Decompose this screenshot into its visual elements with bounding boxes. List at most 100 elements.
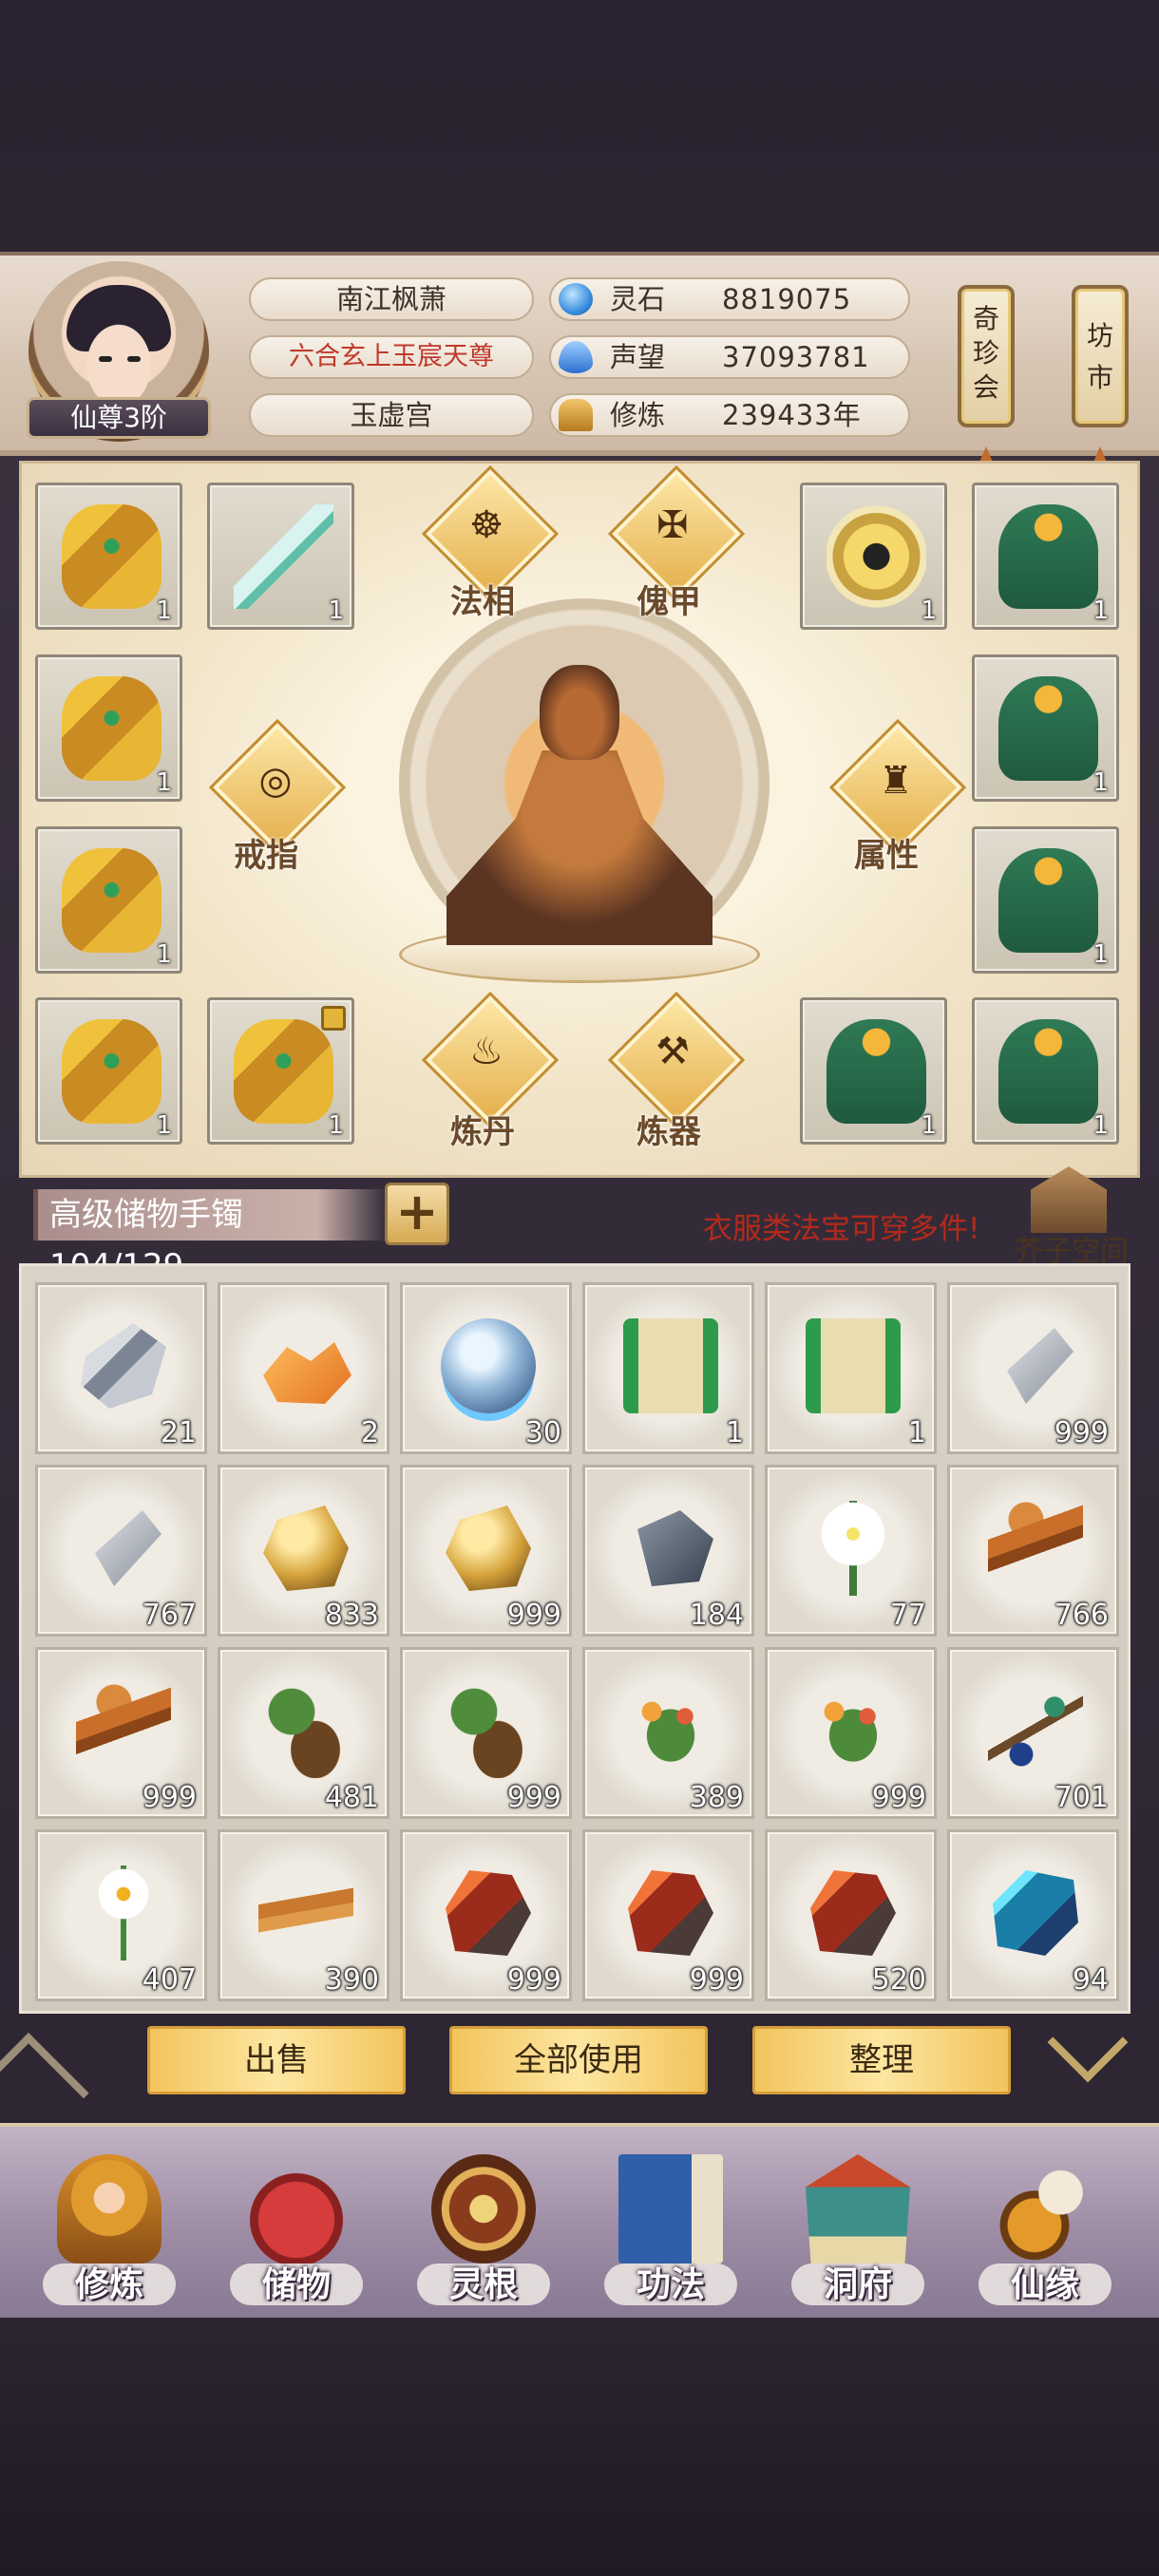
golden-armor-icon [62,504,162,609]
green-robe-icon [998,848,1098,953]
storage-item[interactable]: 766 [947,1465,1119,1637]
nav-technique[interactable]: 功法 [595,2145,747,2316]
sell-button[interactable]: 出售 [147,2026,406,2094]
golden-armor-icon [234,1019,333,1124]
red-crystal-icon [810,1870,896,1956]
storage-item[interactable]: 999 [35,1647,207,1819]
meditation-icon [559,399,593,431]
storage-item[interactable]: 833 [218,1465,390,1637]
daisy-icon [76,1866,171,1960]
equip-slot-shield[interactable]: 1 [800,483,947,630]
storage-item[interactable]: 767 [35,1465,207,1637]
storage-item[interactable]: 1 [765,1282,937,1454]
equip-slot-robe[interactable]: 1 [972,483,1119,630]
page-down-arrow-icon[interactable] [1047,2001,1129,2083]
golden-armor-icon [62,1019,162,1124]
page-up-arrow-icon[interactable] [0,2033,89,2127]
equip-slot-armor-locked[interactable]: 1 [207,997,354,1145]
meditating-figure-head [540,665,619,760]
cultivate-icon [57,2154,162,2263]
equip-slot-armor[interactable]: 1 [35,654,182,802]
equip-slot-robe[interactable]: 1 [800,997,947,1145]
equip-slot-robe[interactable]: 1 [972,997,1119,1145]
jade-sword-icon [234,504,333,609]
storage-item[interactable]: 999 [400,1829,572,2001]
kuijia-button[interactable]: ✠ 傀甲 [612,469,741,625]
player-sect: 玉虚宫 [249,393,534,437]
storage-item[interactable]: 2 [218,1282,390,1454]
immortal-fate-icon [993,2154,1097,2263]
equip-slot-armor[interactable]: 1 [35,483,182,630]
clothing-hint: 衣服类法宝可穿多件! [703,1212,980,1246]
expand-storage-button[interactable]: + [385,1183,449,1245]
green-scroll-icon [623,1318,718,1413]
equip-slot-armor[interactable]: 1 [35,826,182,974]
flower-herb-icon [623,1683,718,1778]
dark-ore-icon [637,1510,713,1586]
green-robe-icon [998,1019,1098,1124]
silver-ore-icon [81,1323,166,1409]
treasure-fair-banner[interactable]: 奇 珍 会 [958,285,1015,427]
spirit-stone-icon [559,283,593,315]
equip-slot-robe[interactable]: 1 [972,654,1119,802]
nav-immortal-fate[interactable]: 仙缘 [969,2145,1121,2316]
storage-item[interactable]: 1 [582,1282,754,1454]
storage-item[interactable]: 999 [400,1465,572,1637]
sort-button[interactable]: 整理 [752,2026,1011,2094]
gold-ore-icon [446,1506,531,1591]
storage-item[interactable]: 94 [947,1829,1119,2001]
blue-crystal-icon [993,1870,1078,1956]
resource-cultivation: 修炼 239433年 [549,393,910,437]
storage-item[interactable]: 77 [765,1465,937,1637]
avatar-face [78,313,160,408]
ginseng-icon [76,1683,171,1778]
golden-armor-icon [62,676,162,781]
gold-ore-icon [263,1506,349,1591]
technique-book-icon [618,2154,723,2263]
spirit-root-icon [431,2154,536,2263]
equip-slot-armor[interactable]: 1 [35,997,182,1145]
flower-herb-icon [806,1683,901,1778]
faxiang-button[interactable]: ☸ 法相 [426,469,555,625]
use-all-button[interactable]: 全部使用 [449,2026,708,2094]
storage-bracelet-title: 高级储物手镯 104/129 [33,1189,387,1285]
nav-cave-dwelling[interactable]: 洞府 [782,2145,934,2316]
shuxing-button[interactable]: ♜ 属性 [833,723,962,879]
lianqi-button[interactable]: ⚒ 炼器 [612,995,741,1156]
liandan-button[interactable]: ♨ 炼丹 [426,995,555,1156]
equip-slot-robe[interactable]: 1 [972,826,1119,974]
white-lily-icon [806,1501,901,1596]
storage-item[interactable]: 389 [582,1647,754,1819]
storage-item[interactable]: 999 [765,1647,937,1819]
seed-pod-icon [258,1683,353,1778]
amber-shards-icon [263,1342,352,1404]
nav-spirit-root[interactable]: 灵根 [408,2145,560,2316]
storage-item[interactable]: 520 [765,1829,937,2001]
nav-storage[interactable]: 储物 [220,2145,372,2316]
nav-cultivate[interactable]: 修炼 [33,2145,185,2316]
green-scroll-icon [806,1318,901,1413]
storage-item[interactable]: 407 [35,1829,207,2001]
seed-pod-icon [441,1683,536,1778]
storage-item[interactable]: 701 [947,1647,1119,1819]
storage-item[interactable]: 30 [400,1282,572,1454]
storage-bag-icon [244,2154,349,2263]
market-banner[interactable]: 坊 市 [1072,285,1129,427]
silver-shard-icon [1007,1328,1074,1404]
storage-item[interactable]: 999 [947,1282,1119,1454]
red-crystal-icon [446,1870,531,1956]
resource-prestige: 声望 37093781 [549,335,910,379]
storage-item[interactable]: 999 [400,1647,572,1819]
storage-item[interactable]: 999 [582,1829,754,2001]
equip-slot-sword[interactable]: 1 [207,483,354,630]
storage-item[interactable]: 481 [218,1647,390,1819]
storage-item[interactable]: 21 [35,1282,207,1454]
green-robe-icon [998,676,1098,781]
resource-spirit-stone: 灵石 8819075 [549,277,910,321]
storage-item[interactable]: 390 [218,1829,390,2001]
golden-armor-icon [62,848,162,953]
jiezhi-button[interactable]: ◎ 戒指 [213,723,342,879]
golden-shield-icon [826,504,926,609]
storage-item[interactable]: 184 [582,1465,754,1637]
player-name: 南江枫萧 [249,277,534,321]
